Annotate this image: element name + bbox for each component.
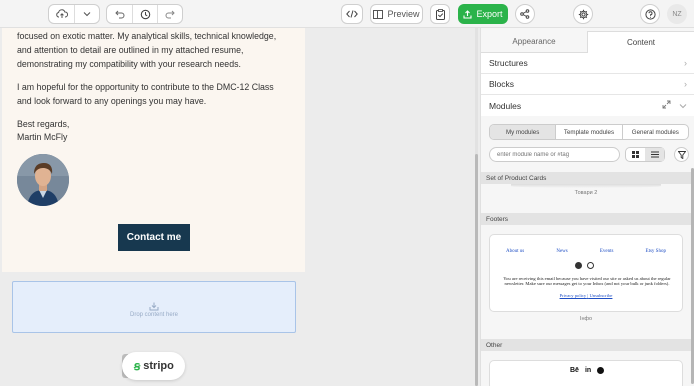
profile-photo (17, 154, 69, 206)
code-editor-button[interactable] (341, 4, 363, 24)
editor-canvas: focused on exotic matter. My analytical … (0, 28, 478, 386)
view-toggle (625, 147, 665, 162)
gear-icon (578, 9, 588, 19)
unsubscribe-link: Unsubscribe (589, 293, 613, 298)
social-icons-row: Bē in (570, 367, 605, 374)
module-item-label: Товари 2 (574, 190, 598, 196)
drop-content-label: Drop content here (129, 312, 179, 318)
footer-module-card[interactable]: About us News Events Etsy Shop You are r… (489, 234, 683, 312)
export-icon (463, 9, 473, 19)
panel-tabs: Appearance Content (481, 31, 694, 53)
footer-notice: You are receiving this email because you… (503, 276, 671, 287)
export-label: Export (476, 9, 503, 19)
save-group (48, 4, 100, 24)
preview-label: Preview (387, 9, 420, 19)
settings-button[interactable] (573, 4, 593, 24)
top-toolbar: Preview Export NZ (0, 0, 694, 28)
modules-label: Modules (489, 100, 522, 111)
group-header-other[interactable]: Other (481, 339, 691, 351)
tab-my-modules[interactable]: My modules (490, 125, 556, 139)
chevron-down-icon[interactable] (74, 5, 99, 23)
module-search-input[interactable] (489, 147, 620, 162)
export-button[interactable]: Export (458, 4, 508, 24)
preview-button[interactable]: Preview (370, 4, 423, 24)
chevron-right-icon: › (684, 79, 687, 89)
body-text-line: and attention to detail are outlined in … (17, 45, 244, 55)
structures-label: Structures (489, 58, 528, 68)
contact-me-button[interactable]: Contact me (118, 224, 190, 251)
code-icon (346, 10, 358, 18)
footer-bottom-links: Privacy policy | Unsubscribe (490, 293, 682, 298)
signature-name: Martin McFly (17, 132, 68, 142)
list-view-icon[interactable] (645, 148, 664, 161)
footer-social-icons (575, 262, 594, 269)
filter-icon (677, 150, 686, 159)
tab-template-modules[interactable]: Template modules (555, 125, 621, 139)
footer-links: About us News Events Etsy Shop (490, 249, 682, 254)
privacy-policy-link: Privacy policy (559, 293, 587, 298)
email-body[interactable]: focused on exotic matter. My analytical … (2, 28, 305, 272)
blocks-section[interactable]: Blocks › (481, 74, 694, 95)
group-header-product-cards[interactable]: Set of Product Cards (481, 172, 691, 184)
drop-content-area[interactable]: Drop content here (12, 281, 296, 333)
expand-icon[interactable] (662, 100, 671, 111)
body-text-line: demonstrating my compatibility with your… (17, 59, 241, 69)
footer-link-shop: Etsy Shop (645, 249, 666, 254)
chevron-right-icon: › (684, 58, 687, 68)
canvas-scrollbar[interactable] (475, 154, 478, 386)
body-text-line: and look forward to any openings you may… (17, 96, 207, 106)
footer-link-about: About us (506, 249, 525, 254)
user-avatar[interactable]: NZ (667, 4, 687, 24)
help-icon (644, 8, 656, 20)
body-text-line: I am hopeful for the opportunity to cont… (17, 82, 274, 92)
footer-link-news: News (556, 249, 568, 254)
stripo-wordmark: stripo (143, 360, 174, 372)
social-module-card[interactable]: Bē in (489, 360, 683, 386)
checklist-icon (435, 8, 445, 20)
group-header-footers[interactable]: Footers (481, 213, 691, 225)
preview-icon (373, 9, 384, 19)
vk-icon (587, 262, 594, 269)
history-icon[interactable] (132, 5, 157, 23)
checklist-button[interactable] (430, 4, 450, 24)
module-item-label: Інфо (579, 316, 593, 322)
footer-link-events: Events (599, 249, 614, 254)
cloud-upload-icon[interactable] (49, 5, 74, 23)
share-icon (520, 9, 530, 19)
undo-icon[interactable] (107, 5, 132, 23)
stripo-s-icon: ꞩ (134, 359, 141, 373)
chevron-down-icon[interactable] (679, 101, 687, 111)
module-preview-edge (511, 184, 661, 188)
redo-icon[interactable] (157, 5, 182, 23)
share-button[interactable] (515, 4, 535, 24)
history-group (106, 4, 183, 24)
structures-section[interactable]: Structures › (481, 53, 694, 74)
blocks-label: Blocks (489, 79, 515, 89)
facebook-icon (597, 367, 605, 374)
linkedin-icon: in (584, 367, 592, 374)
help-button[interactable] (640, 4, 660, 24)
tab-general-modules[interactable]: General modules (621, 125, 688, 139)
tab-appearance[interactable]: Appearance (481, 31, 587, 53)
settings-panel: Appearance Content Structures › Blocks ›… (480, 28, 694, 386)
stripo-logo[interactable]: ꞩ stripo (122, 352, 185, 380)
module-type-switch: My modules Template modules General modu… (489, 124, 689, 140)
body-text-line: focused on exotic matter. My analytical … (17, 31, 277, 41)
instagram-icon (575, 262, 582, 269)
grid-view-icon[interactable] (626, 148, 645, 161)
closing-text: Best regards, (17, 119, 70, 129)
filter-button[interactable] (674, 147, 689, 162)
modules-section[interactable]: Modules (481, 95, 694, 116)
behance-icon: Bē (570, 367, 579, 374)
tab-content[interactable]: Content (587, 31, 694, 53)
